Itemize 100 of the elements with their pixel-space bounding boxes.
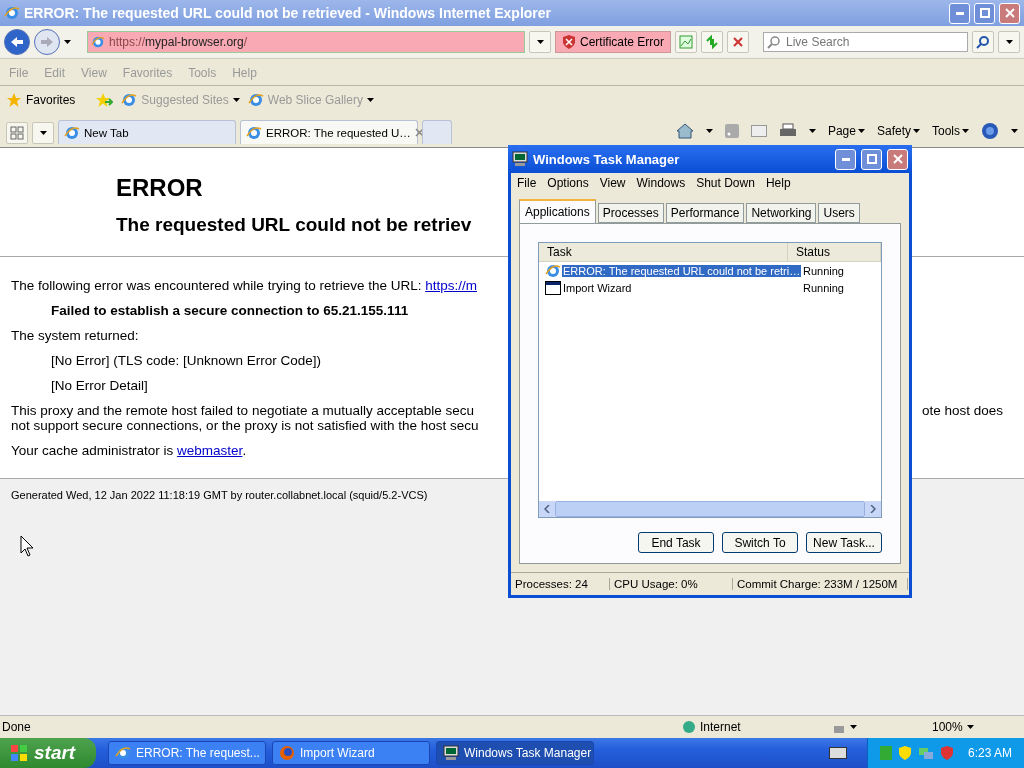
column-header[interactable]: Status bbox=[787, 243, 881, 261]
url-link[interactable]: https://m bbox=[425, 278, 477, 293]
webmaster-link[interactable]: webmaster bbox=[177, 443, 243, 458]
menu-item[interactable]: Windows bbox=[636, 176, 686, 190]
menu-item[interactable]: View bbox=[599, 176, 626, 190]
command-menu[interactable]: Tools bbox=[932, 124, 969, 138]
dialog-button[interactable]: New Task... bbox=[806, 532, 882, 553]
minimize-button[interactable] bbox=[835, 148, 856, 170]
caret-icon bbox=[966, 725, 974, 729]
page-icon bbox=[91, 35, 105, 49]
taskbar-item[interactable]: ERROR: The request... bbox=[108, 741, 266, 765]
close-button[interactable] bbox=[887, 148, 908, 170]
caret-icon bbox=[232, 98, 240, 102]
task-status: Running bbox=[802, 281, 844, 294]
dropdown-button[interactable] bbox=[529, 31, 551, 53]
tab[interactable]: Users bbox=[818, 203, 860, 223]
tab[interactable]: Performance bbox=[665, 203, 745, 223]
forward-button[interactable] bbox=[34, 29, 60, 55]
command-menu[interactable]: Safety bbox=[876, 124, 920, 138]
computer-icon bbox=[512, 151, 528, 167]
command-menu[interactable]: Page bbox=[827, 124, 865, 138]
error-detail: [No Error Detail] bbox=[50, 378, 148, 393]
restore-button[interactable] bbox=[974, 2, 995, 24]
ie-icon bbox=[4, 5, 20, 21]
dialog-button[interactable]: Switch To bbox=[722, 532, 798, 553]
close-button[interactable] bbox=[999, 2, 1020, 24]
zoom-level[interactable]: 100% bbox=[932, 720, 1022, 734]
compatibility-button[interactable] bbox=[675, 31, 698, 53]
refresh-button[interactable] bbox=[701, 31, 724, 53]
tab[interactable]: Applications bbox=[519, 199, 596, 223]
favorites-button[interactable]: Favorites bbox=[6, 92, 76, 108]
chevron-left-icon bbox=[544, 505, 550, 513]
dropdown-button[interactable] bbox=[998, 31, 1020, 53]
caret-icon bbox=[913, 129, 920, 133]
task-name[interactable]: Import Wizard bbox=[562, 281, 633, 294]
add-favorite-icon[interactable] bbox=[95, 92, 114, 108]
close-icon[interactable] bbox=[414, 128, 424, 137]
chevron-right-icon bbox=[870, 505, 876, 513]
shield-icon[interactable] bbox=[939, 745, 954, 761]
minimize-icon bbox=[841, 157, 850, 161]
browser-tab[interactable]: New Tab bbox=[58, 120, 236, 144]
menu-item[interactable]: File bbox=[517, 176, 537, 190]
caret-icon bbox=[536, 40, 544, 44]
mail-icon[interactable] bbox=[750, 125, 767, 137]
taskbar-item[interactable]: Windows Task Manager bbox=[436, 741, 594, 765]
dialog-button[interactable]: End Task bbox=[638, 532, 714, 553]
task-name[interactable]: ERROR: The requested URL could not be retri… bbox=[562, 264, 802, 277]
maximize-icon bbox=[979, 8, 990, 18]
home-icon[interactable] bbox=[675, 123, 694, 139]
column-header[interactable]: Task bbox=[539, 243, 788, 261]
stop-button[interactable] bbox=[727, 31, 750, 53]
taskbar-item[interactable]: Import Wizard bbox=[272, 741, 430, 765]
arrow-left-icon bbox=[10, 36, 24, 48]
menu-item[interactable]: Shut Down bbox=[696, 176, 755, 190]
certificate-error-button[interactable]: Certificate Error bbox=[555, 31, 672, 53]
search-icon bbox=[976, 35, 990, 49]
cursor-icon bbox=[20, 535, 34, 557]
maximize-button[interactable] bbox=[861, 148, 882, 170]
keyboard-icon[interactable] bbox=[828, 747, 847, 759]
search-field[interactable]: Live Search bbox=[763, 32, 968, 52]
page-icon bbox=[121, 92, 138, 108]
caret-icon bbox=[64, 40, 71, 44]
error-heading: ERROR bbox=[116, 174, 203, 202]
ie-icon bbox=[115, 745, 131, 761]
caret-icon bbox=[39, 131, 47, 135]
status-field: Processes: 24 bbox=[511, 578, 610, 590]
menu-item[interactable]: Help bbox=[765, 176, 791, 190]
scrollbar-thumb[interactable] bbox=[555, 501, 865, 517]
start-button[interactable]: start bbox=[0, 738, 96, 768]
error-intro: The following error was encountered while trying to retrieve the URL: https://m bbox=[11, 278, 477, 293]
ie-icon bbox=[64, 124, 80, 141]
feed-icon[interactable] bbox=[724, 124, 739, 138]
ie-icon bbox=[246, 124, 262, 141]
scroll-left-button[interactable] bbox=[539, 501, 555, 517]
caret-icon bbox=[366, 98, 374, 102]
back-button[interactable] bbox=[4, 29, 30, 55]
error-detail: [No Error] (TLS code: [Unknown Error Code]) bbox=[50, 353, 322, 368]
printer-icon[interactable] bbox=[778, 123, 797, 139]
explanation-text: not support secure connections, or the proxy is not satisfied with the host secu bbox=[11, 418, 479, 433]
caret-icon bbox=[857, 129, 865, 133]
generated-footer: Generated Wed, 12 Jan 2022 11:18:19 GMT by router.collabnet.local (squid/5.2-VCS) bbox=[11, 489, 428, 501]
refresh-icon bbox=[705, 35, 720, 49]
shield-icon bbox=[562, 34, 576, 50]
shield-icon[interactable] bbox=[897, 745, 912, 761]
computer-icon bbox=[443, 745, 459, 761]
minimize-icon bbox=[955, 11, 964, 15]
dropdown-button[interactable] bbox=[32, 122, 54, 144]
status-text: Done bbox=[2, 720, 32, 734]
address-field[interactable]: https://mypal-browser.org/ bbox=[87, 31, 525, 53]
globe-icon bbox=[682, 720, 696, 734]
minimize-button[interactable] bbox=[949, 2, 970, 24]
grid-icon bbox=[10, 126, 24, 140]
scroll-right-button[interactable] bbox=[865, 501, 881, 517]
search-button[interactable] bbox=[972, 31, 994, 53]
tab[interactable]: Networking bbox=[746, 203, 817, 223]
help-icon[interactable] bbox=[981, 122, 999, 140]
error-subheading: The requested URL could not be retriev bbox=[116, 214, 472, 236]
tab[interactable]: Processes bbox=[597, 203, 664, 223]
menu-item[interactable]: Options bbox=[547, 176, 589, 190]
chart-page-icon bbox=[679, 35, 694, 49]
